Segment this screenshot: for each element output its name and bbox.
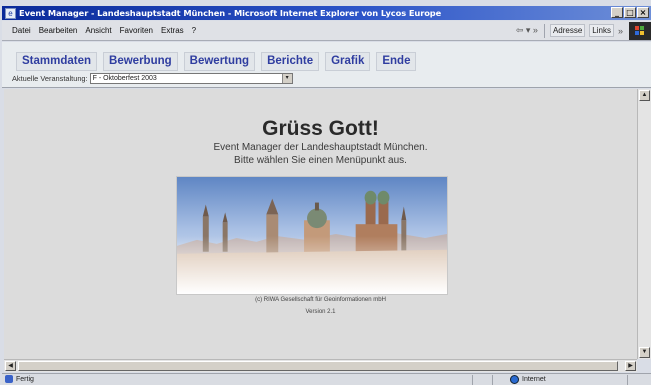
event-select-label: Aktuelle Veranstaltung: — [12, 74, 88, 83]
nav-grafik[interactable]: Grafik — [325, 52, 371, 71]
links-button[interactable]: Links — [589, 24, 614, 37]
app-navigation: Stammdaten Bewerbung Bewertung Berichte … — [2, 42, 651, 88]
toolbar-separator — [543, 23, 545, 38]
scroll-right-icon[interactable]: ▶ — [625, 361, 636, 371]
copyright-text: (c) RIWA Gesellschaft für Geoinformation… — [255, 297, 386, 303]
window-title: Event Manager - Landeshauptstadt München… — [19, 8, 442, 18]
vertical-scrollbar[interactable]: ▲ ▼ — [637, 89, 651, 359]
page-icon — [5, 375, 13, 383]
browser-menu-bar: Datei Bearbeiten Ansicht Favoriten Extra… — [2, 21, 651, 41]
main-content: Grüss Gott! Event Manager der Landeshaup… — [4, 89, 637, 359]
scroll-up-icon[interactable]: ▲ — [639, 90, 650, 101]
close-button[interactable]: × — [637, 7, 649, 18]
menu-favoriten[interactable]: Favoriten — [120, 26, 153, 35]
back-button[interactable]: ⇦ ▾ » — [516, 25, 538, 36]
maximize-button[interactable]: □ — [624, 7, 636, 18]
horizontal-scrollbar[interactable]: ◀ ▶ — [4, 359, 637, 372]
nav-berichte[interactable]: Berichte — [261, 52, 320, 71]
greeting-heading: Grüss Gott! — [262, 117, 379, 140]
status-separator — [627, 375, 628, 385]
globe-icon — [510, 375, 519, 384]
zone-text: Internet — [522, 376, 546, 383]
scroll-down-icon[interactable]: ▼ — [639, 347, 650, 358]
status-bar: Fertig Internet — [2, 373, 651, 385]
subtitle-line-2: Bitte wählen Sie einen Menüpunkt aus. — [234, 155, 407, 166]
scroll-left-icon[interactable]: ◀ — [5, 361, 16, 371]
menu-ansicht[interactable]: Ansicht — [85, 26, 111, 35]
status-text: Fertig — [16, 375, 34, 383]
address-button[interactable]: Adresse — [549, 24, 586, 37]
nav-bewerbung[interactable]: Bewerbung — [103, 52, 178, 71]
menu-help[interactable]: ? — [192, 26, 196, 35]
event-select-value: F - Oktoberfest 2003 — [92, 75, 157, 82]
nav-stammdaten[interactable]: Stammdaten — [16, 52, 98, 71]
chevron-more-icon[interactable]: » — [618, 26, 623, 36]
menu-extras[interactable]: Extras — [161, 26, 184, 35]
window-title-bar[interactable]: e Event Manager - Landeshauptstadt Münch… — [2, 6, 651, 20]
nav-bewertung[interactable]: Bewertung — [183, 52, 256, 71]
minimize-button[interactable]: _ — [611, 7, 623, 18]
chevron-down-icon[interactable]: ▾ — [281, 74, 292, 83]
windows-flag-icon — [629, 21, 651, 40]
menu-datei[interactable]: Datei — [12, 26, 31, 35]
status-separator — [472, 375, 473, 385]
ie-icon: e — [5, 7, 16, 19]
munich-skyline-image — [176, 176, 448, 295]
horizontal-scroll-thumb[interactable] — [18, 361, 618, 371]
subtitle-line-1: Event Manager der Landeshauptstadt Münch… — [213, 142, 428, 153]
event-select[interactable]: F - Oktoberfest 2003 ▾ — [89, 73, 293, 84]
windows-logo-icon — [629, 21, 651, 40]
nav-ende[interactable]: Ende — [376, 52, 417, 71]
status-separator — [492, 375, 493, 385]
menu-bearbeiten[interactable]: Bearbeiten — [39, 26, 78, 35]
version-text: Version 2.1 — [305, 309, 336, 315]
